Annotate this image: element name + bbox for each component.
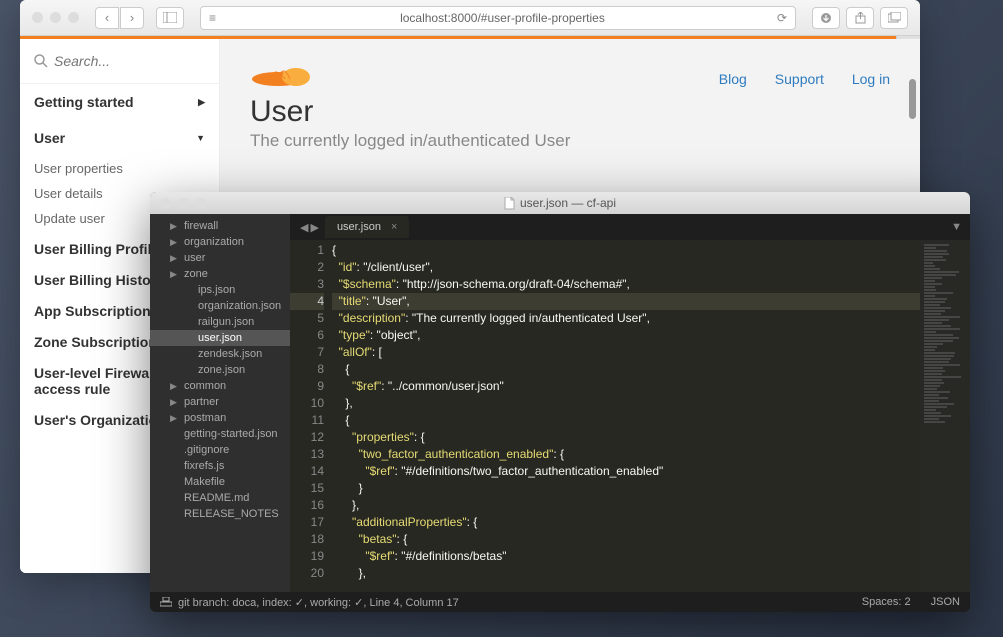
code-text[interactable]: { "id": "/client/user", "$schema": "http… <box>332 240 920 592</box>
back-button[interactable]: ‹ <box>95 7 119 29</box>
tab-close-icon[interactable]: × <box>391 221 397 233</box>
tree-item-postman[interactable]: ▶postman <box>150 410 290 426</box>
tab-bar: ◀ ▶ user.json × ▼ <box>290 214 970 240</box>
tab-forward-icon[interactable]: ▶ <box>310 221 318 234</box>
tab-history-nav: ◀ ▶ <box>294 221 325 234</box>
tab-back-icon[interactable]: ◀ <box>300 221 308 234</box>
status-left: git branch: doca, index: ✓, working: ✓, … <box>160 596 852 609</box>
file-icon <box>504 197 515 210</box>
forward-button[interactable]: › <box>120 7 144 29</box>
tree-item-makefile[interactable]: Makefile <box>150 474 290 490</box>
reload-icon[interactable]: ⟳ <box>777 11 787 25</box>
status-lang[interactable]: JSON <box>931 596 960 608</box>
tree-item-fixrefs-js[interactable]: fixrefs.js <box>150 458 290 474</box>
tree-item-user[interactable]: ▶user <box>150 250 290 266</box>
header-links: Blog Support Log in <box>719 71 890 87</box>
share-button[interactable] <box>846 7 874 29</box>
status-spaces[interactable]: Spaces: 2 <box>862 596 911 608</box>
tree-item-getting-started-json[interactable]: getting-started.json <box>150 426 290 442</box>
nav-user[interactable]: User <box>20 120 219 156</box>
tree-item-common[interactable]: ▶common <box>150 378 290 394</box>
tab-overflow-icon[interactable]: ▼ <box>943 221 970 233</box>
minimize-window-icon[interactable] <box>50 12 61 23</box>
status-right: Spaces: 2 JSON <box>862 596 960 608</box>
tabs-button[interactable] <box>880 7 908 29</box>
status-git-text: git branch: doca, index: ✓, working: ✓, … <box>178 596 459 609</box>
tab-label: user.json <box>337 221 381 233</box>
doc-header: Blog Support Log in User The currently l… <box>220 39 920 151</box>
page-title: User <box>250 95 890 129</box>
browser-toolbar: ‹ › ≡ localhost:8000/#user-profile-prope… <box>20 0 920 36</box>
close-window-icon[interactable] <box>32 12 43 23</box>
editor-title: user.json — cf-api <box>160 196 960 210</box>
tree-item-organization[interactable]: ▶organization <box>150 234 290 250</box>
tree-item-user-json[interactable]: user.json <box>150 330 290 346</box>
tree-item-partner[interactable]: ▶partner <box>150 394 290 410</box>
tree-item-release-notes[interactable]: RELEASE_NOTES <box>150 506 290 522</box>
close-window-icon[interactable] <box>160 198 171 209</box>
header-row: Blog Support Log in <box>250 55 890 87</box>
toolbar-right <box>812 7 908 29</box>
nav-getting-started[interactable]: Getting started <box>20 84 219 120</box>
address-bar[interactable]: ≡ localhost:8000/#user-profile-propertie… <box>200 6 796 30</box>
tree-item-zone-json[interactable]: zone.json <box>150 362 290 378</box>
tree-item-firewall[interactable]: ▶firewall <box>150 218 290 234</box>
minimize-window-icon[interactable] <box>178 198 189 209</box>
tree-item-zendesk-json[interactable]: zendesk.json <box>150 346 290 362</box>
tree-item-readme-md[interactable]: README.md <box>150 490 290 506</box>
nav-buttons: ‹ › <box>95 7 144 29</box>
git-icon <box>160 597 172 607</box>
link-support[interactable]: Support <box>775 71 824 87</box>
link-blog[interactable]: Blog <box>719 71 747 87</box>
tree-item-railgun-json[interactable]: railgun.json <box>150 314 290 330</box>
zoom-window-icon[interactable] <box>68 12 79 23</box>
status-bar: git branch: doca, index: ✓, working: ✓, … <box>150 592 970 612</box>
editor-titlebar: user.json — cf-api <box>150 192 970 214</box>
search-input[interactable] <box>54 53 205 69</box>
editor-body: ▶firewall▶organization▶user▶zoneips.json… <box>150 214 970 592</box>
reader-icon[interactable]: ≡ <box>209 11 216 25</box>
scrollbar-thumb[interactable] <box>909 79 916 119</box>
tree-item-organization-json[interactable]: organization.json <box>150 298 290 314</box>
line-gutter: 1234567891011121314151617181920 <box>290 240 332 592</box>
link-login[interactable]: Log in <box>852 71 890 87</box>
downloads-button[interactable] <box>812 7 840 29</box>
editor-title-text: user.json — cf-api <box>520 196 616 210</box>
search-box <box>20 47 219 84</box>
tab-userjson[interactable]: user.json × <box>325 216 409 238</box>
tree-item--gitignore[interactable]: .gitignore <box>150 442 290 458</box>
editor-window: user.json — cf-api ▶firewall▶organizatio… <box>150 192 970 612</box>
tree-item-zone[interactable]: ▶zone <box>150 266 290 282</box>
file-tree: ▶firewall▶organization▶user▶zoneips.json… <box>150 214 290 592</box>
page-subtitle: The currently logged in/authenticated Us… <box>250 131 890 151</box>
tree-item-ips-json[interactable]: ips.json <box>150 282 290 298</box>
zoom-window-icon[interactable] <box>196 198 207 209</box>
sidebar-toggle[interactable] <box>156 7 184 29</box>
editor-window-controls <box>160 198 207 209</box>
code-area: ◀ ▶ user.json × ▼ 1234567891011121314151… <box>290 214 970 592</box>
cloudflare-logo <box>250 55 320 87</box>
minimap[interactable] <box>920 240 970 592</box>
nav-item-user-properties[interactable]: User properties <box>20 156 219 181</box>
window-controls <box>32 12 79 23</box>
search-icon <box>34 54 48 68</box>
url-text: localhost:8000/#user-profile-properties <box>228 11 777 25</box>
code-pane: 1234567891011121314151617181920 { "id": … <box>290 240 970 592</box>
